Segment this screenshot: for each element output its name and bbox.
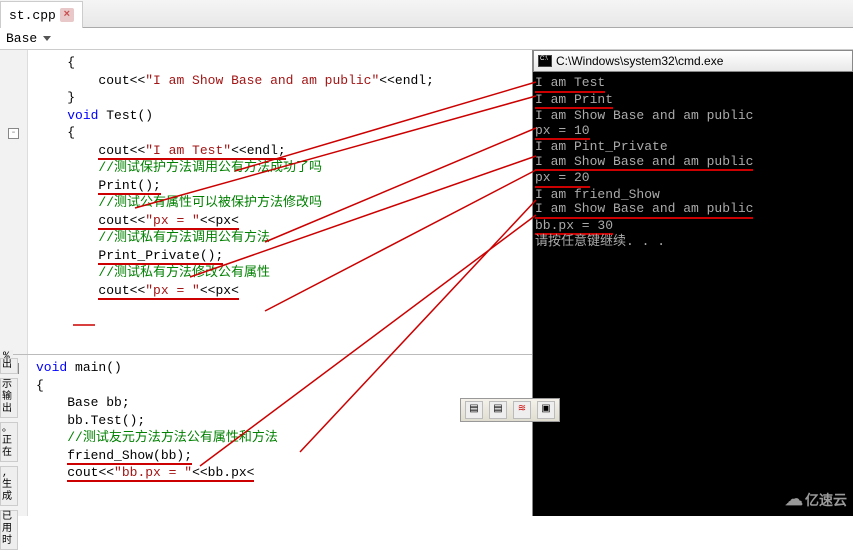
tab-filename: st.cpp xyxy=(9,8,56,23)
code-line[interactable]: //测试保护方法调用公有方法成功了吗 xyxy=(28,159,532,177)
code-line[interactable]: Print(); xyxy=(28,177,532,195)
dropdown-label: Base xyxy=(6,31,37,46)
code-line[interactable]: //测试公有属性可以被保护方法修改吗 xyxy=(28,194,532,212)
tab-bar: st.cpp × xyxy=(0,0,853,28)
console-title-text: C:\Windows\system32\cmd.exe xyxy=(556,54,723,68)
output-tabs: 出 示输出 。正在 ,生成 已用时 xyxy=(0,358,18,554)
code-line[interactable]: { xyxy=(28,54,532,72)
code-line[interactable]: cout<<"I am Show Base and am public"<<en… xyxy=(28,72,532,90)
console-line: I am Pint_Private xyxy=(535,140,851,155)
code-line[interactable]: friend_Show(bb); xyxy=(28,447,532,465)
code-panel: - { cout<<"I am Show Base and am public"… xyxy=(0,50,533,516)
code-line[interactable]: //测试友元方法方法公有属性和方法 xyxy=(28,429,532,447)
console-line: 请按任意键继续. . . xyxy=(535,235,851,250)
code-line[interactable]: void main() xyxy=(28,359,532,377)
code-line[interactable]: Base bb; xyxy=(28,394,532,412)
tool-button[interactable]: ≋ xyxy=(513,401,531,419)
class-dropdown[interactable]: Base xyxy=(6,31,51,46)
class-dropdown-bar: Base xyxy=(0,28,853,50)
cmd-icon xyxy=(538,55,552,67)
code-line[interactable]: cout<<"px = "<<px< xyxy=(28,212,532,230)
console-line: I am Print xyxy=(535,93,851,110)
console-line: I am Test xyxy=(535,76,851,93)
tool-button[interactable]: ▤ xyxy=(465,401,483,419)
console-line: I am Show Base and am public xyxy=(535,109,851,124)
cloud-icon: ☁ xyxy=(785,489,803,510)
console-line: px = 10 xyxy=(535,124,851,141)
code-line[interactable]: cout<<"I am Test"<<endl; xyxy=(28,142,532,160)
floating-toolbar[interactable]: ▤ ▤ ≋ ▣ xyxy=(460,398,560,422)
code-line[interactable]: { xyxy=(28,377,532,395)
console-line: I am Show Base and am public xyxy=(535,155,851,172)
console-titlebar[interactable]: C:\Windows\system32\cmd.exe xyxy=(533,50,853,72)
out-tab[interactable]: ,生成 xyxy=(0,466,18,506)
out-tab[interactable]: 已用时 xyxy=(0,510,18,550)
code-line[interactable]: bb.Test(); xyxy=(28,412,532,430)
tool-button[interactable]: ▣ xyxy=(537,401,555,419)
fold-icon[interactable]: - xyxy=(8,128,19,139)
code-line[interactable]: //测试私有方法调用公有方法 xyxy=(28,229,532,247)
code-line[interactable]: Print_Private(); xyxy=(28,247,532,265)
console-line: bb.px = 30 xyxy=(535,219,851,236)
editor-top[interactable]: - { cout<<"I am Show Base and am public"… xyxy=(0,50,532,355)
tool-button[interactable]: ▤ xyxy=(489,401,507,419)
out-tab[interactable]: 示输出 xyxy=(0,378,18,418)
console-line: px = 20 xyxy=(535,171,851,188)
close-icon[interactable]: × xyxy=(60,8,74,22)
out-tab[interactable]: 。正在 xyxy=(0,422,18,462)
gutter-top: - xyxy=(0,50,28,354)
code-line[interactable]: cout<<"px = "<<px< xyxy=(28,282,532,300)
console-window: C:\Windows\system32\cmd.exe I am TestI a… xyxy=(533,50,853,516)
console-line: I am friend_Show xyxy=(535,188,851,203)
code-line[interactable]: void Test() xyxy=(28,107,532,125)
out-tab[interactable]: 出 xyxy=(0,358,18,374)
console-output[interactable]: I am TestI am PrintI am Show Base and am… xyxy=(533,72,853,516)
code-line[interactable]: cout<<"bb.px = "<<bb.px< xyxy=(28,464,532,482)
watermark: ☁ 亿速云 xyxy=(785,489,847,510)
editor-bottom[interactable]: - void main(){ Base bb; bb.Test(); //测试友… xyxy=(0,355,532,516)
console-line: I am Show Base and am public xyxy=(535,202,851,219)
code-line[interactable]: } xyxy=(28,89,532,107)
file-tab[interactable]: st.cpp × xyxy=(0,1,83,28)
chevron-down-icon xyxy=(43,36,51,41)
code-line[interactable]: { xyxy=(28,124,532,142)
code-line[interactable]: //测试私有方法修改公有属性 xyxy=(28,264,532,282)
